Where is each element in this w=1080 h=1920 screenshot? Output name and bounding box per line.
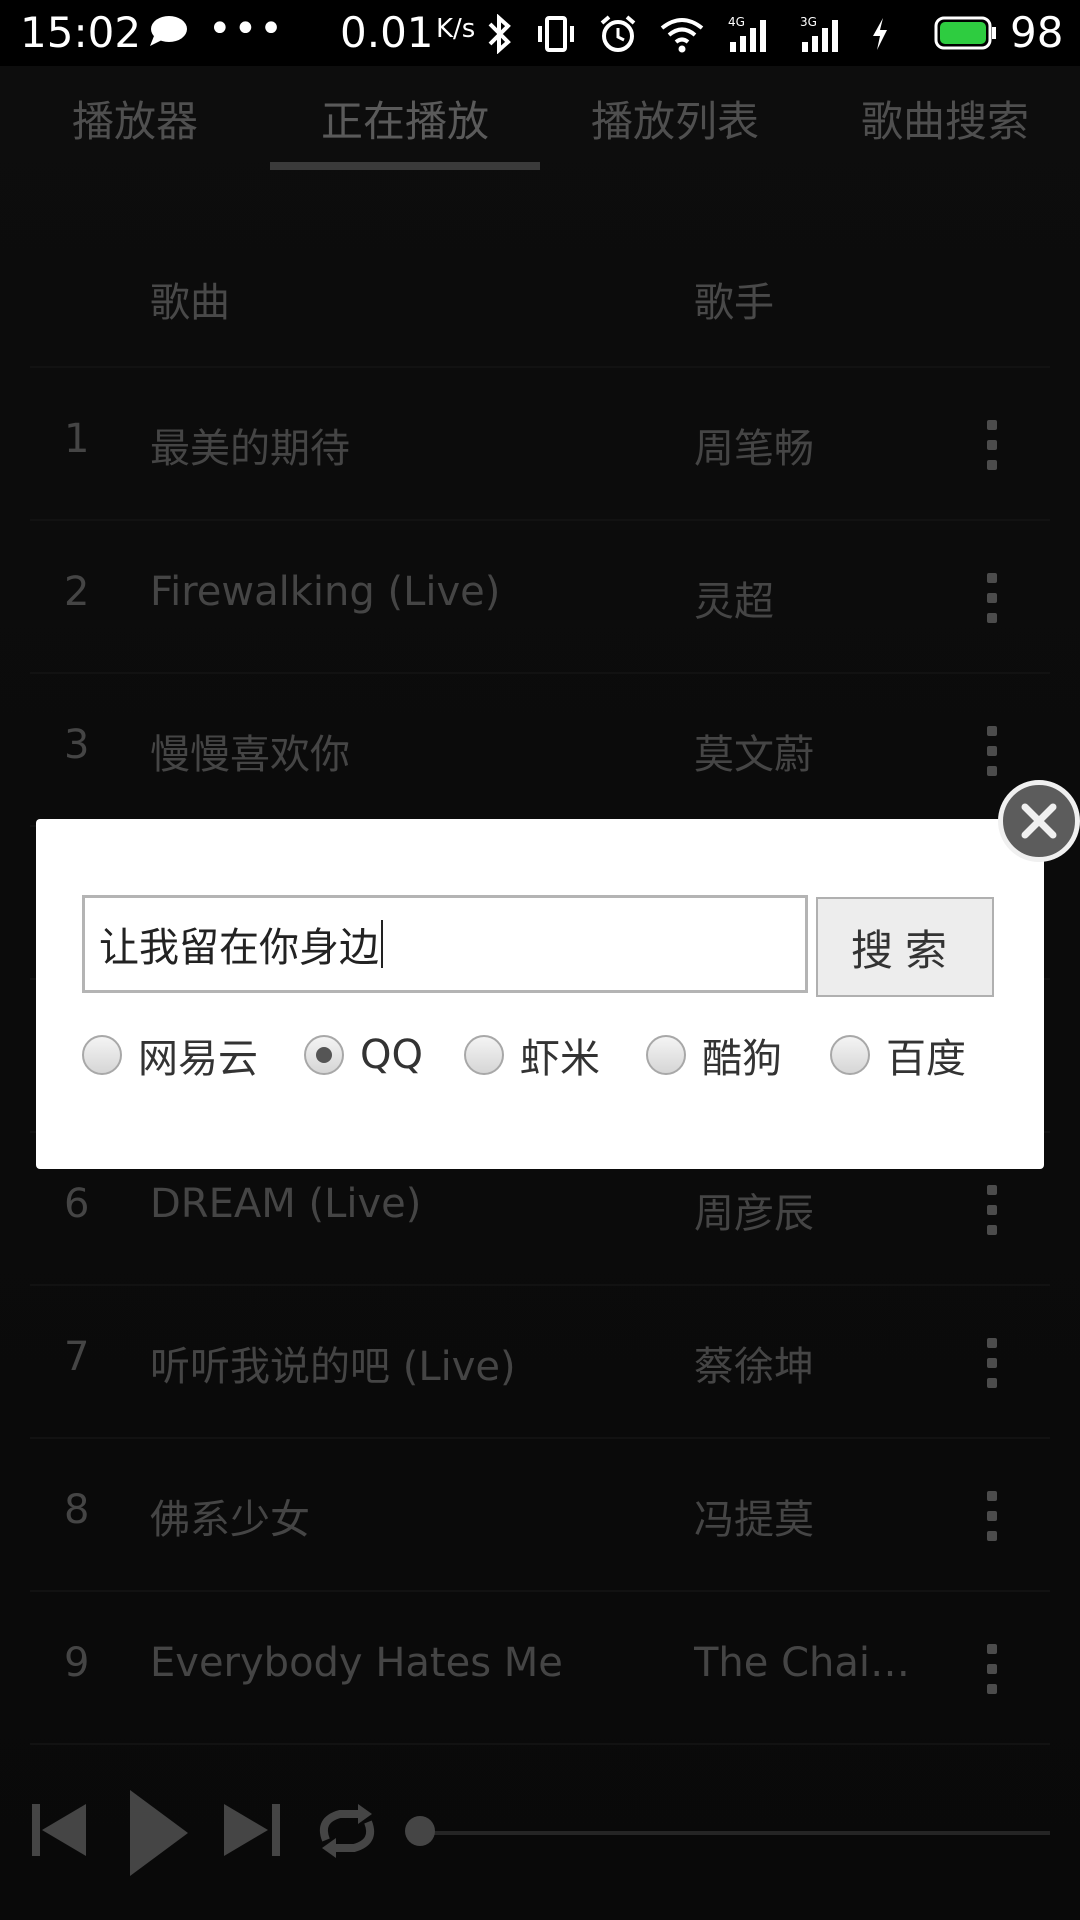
source-label: 虾米 — [520, 1036, 600, 1082]
chat-bubble-icon — [150, 16, 187, 46]
source-label: 酷狗 — [702, 1036, 782, 1082]
charging-icon — [873, 18, 887, 50]
vibrate-icon — [538, 16, 574, 52]
signal-4g-icon: 4G — [728, 15, 766, 52]
radio-baidu[interactable] — [830, 1035, 870, 1075]
close-icon — [1021, 803, 1057, 839]
source-xiami[interactable]: 虾米 — [464, 1025, 600, 1085]
text-caret — [381, 920, 383, 968]
bluetooth-icon — [488, 14, 511, 54]
radio-netease[interactable] — [82, 1035, 122, 1075]
network-speed-unit: K/s — [436, 14, 476, 44]
source-label: 网易云 — [138, 1036, 258, 1082]
close-dialog-button[interactable] — [998, 780, 1080, 862]
radio-xiami[interactable] — [464, 1035, 504, 1075]
status-time: 15:02 — [20, 8, 142, 57]
svg-text:3G: 3G — [800, 15, 817, 29]
search-input-value: 让我留在你身边 — [99, 925, 379, 971]
source-netease[interactable]: 网易云 — [82, 1025, 258, 1085]
source-kugou[interactable]: 酷狗 — [646, 1025, 782, 1085]
source-label: 百度 — [886, 1036, 966, 1082]
source-label: QQ — [360, 1032, 423, 1078]
status-bar: 15:02 ••• 0.01 K/s 4G 3G 98 — [0, 0, 1080, 66]
source-radio-group: 网易云 QQ 虾米 酷狗 百度 — [82, 1025, 1022, 1085]
radio-kugou[interactable] — [646, 1035, 686, 1075]
battery-icon — [934, 16, 996, 50]
status-icons: 4G 3G — [486, 10, 890, 58]
svg-text:4G: 4G — [728, 15, 745, 29]
network-speed: 0.01 — [340, 8, 434, 57]
status-more-icon: ••• — [208, 6, 285, 52]
signal-3g-icon: 3G — [800, 15, 838, 52]
search-dialog: 让我留在你身边 搜索 网易云 QQ 虾米 酷狗 百度 — [36, 819, 1044, 1169]
wifi-icon — [660, 18, 704, 53]
alarm-icon — [600, 15, 636, 52]
source-qq[interactable]: QQ — [304, 1025, 423, 1085]
source-baidu[interactable]: 百度 — [830, 1025, 966, 1085]
search-input[interactable]: 让我留在你身边 — [82, 895, 808, 993]
battery-level: 98 — [1010, 8, 1064, 57]
radio-qq[interactable] — [304, 1035, 344, 1075]
search-button[interactable]: 搜索 — [816, 897, 994, 997]
